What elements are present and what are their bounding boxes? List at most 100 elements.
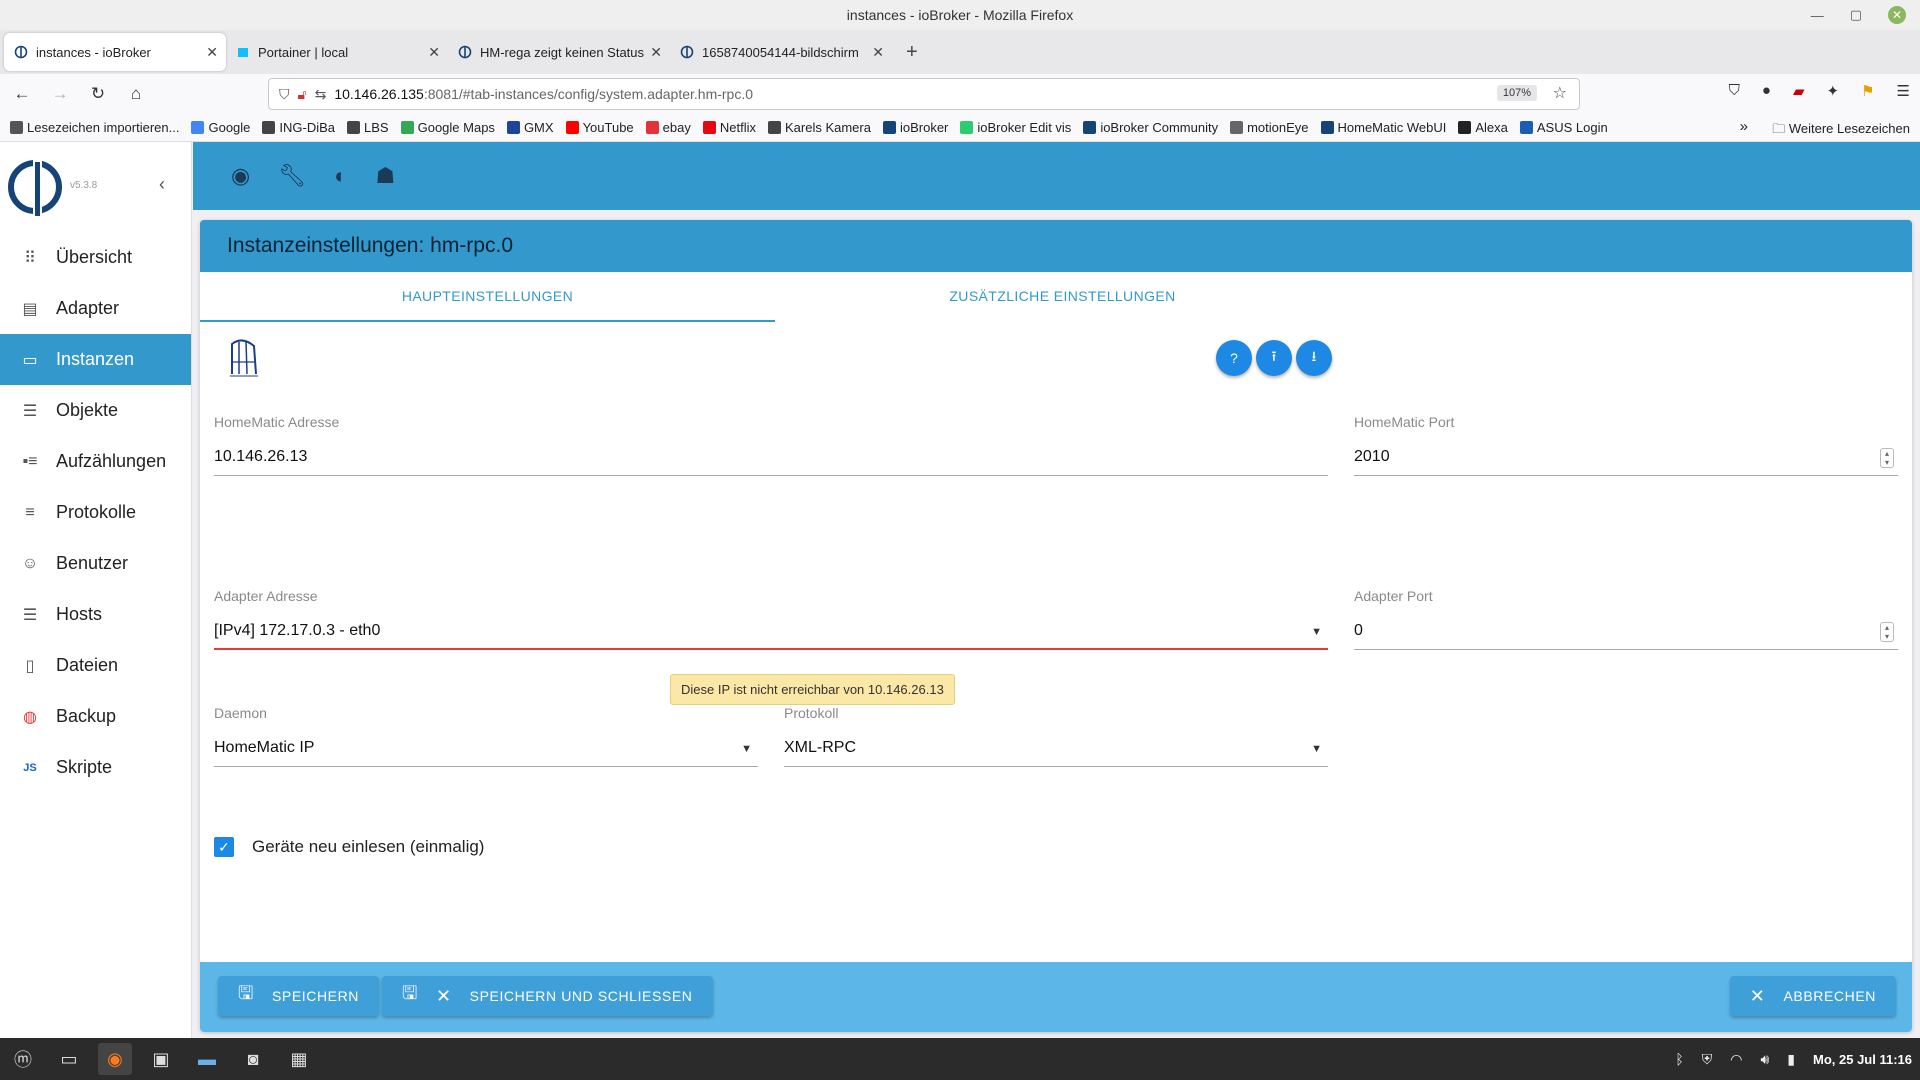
bookmark-item[interactable]: LBS [347, 120, 389, 135]
minimize-icon[interactable]: — [1811, 8, 1824, 23]
download-icon[interactable]: ⭳ [1296, 340, 1332, 376]
checkbox-checked-icon[interactable]: ✓ [214, 837, 234, 857]
terminal-icon[interactable]: ▣ [144, 1043, 178, 1075]
translate-extension-icon[interactable]: ✦ [1827, 82, 1840, 100]
maximize-icon[interactable]: ▢ [1850, 7, 1862, 23]
shield-icon[interactable]: ⛉ [279, 86, 290, 103]
eye-icon[interactable]: ◉ [231, 163, 250, 189]
battery-icon[interactable]: ▮ [1787, 1051, 1795, 1068]
sidebar-item-hosts[interactable]: ☰ Hosts [0, 589, 191, 640]
url-bar[interactable]: ⛉ 🔓︎ ⇆ 10.146.26.135:8081/#tab-instances… [268, 78, 1580, 110]
reload-icon[interactable]: ↻ [82, 84, 114, 104]
zoom-level[interactable]: 107% [1496, 85, 1537, 101]
shield-tray-icon[interactable]: ⛨ [1702, 1051, 1713, 1068]
home-icon[interactable]: ⌂ [120, 84, 152, 104]
stepper-icon[interactable]: ▴ ▾ [1880, 448, 1894, 468]
bookmark-item[interactable]: Netflix [702, 120, 756, 135]
insecure-lock-icon[interactable]: 🔓︎ [298, 86, 307, 103]
sidebar-item-adapter[interactable]: ▤ Adapter [0, 283, 191, 334]
collapse-sidebar-icon[interactable]: ‹ [159, 174, 165, 195]
stepper-icon[interactable]: ▴ ▾ [1880, 622, 1894, 642]
sidebar-item-protokolle[interactable]: ≡ Protokolle [0, 487, 191, 538]
browser-tab-instances[interactable]: instances - ioBroker ✕ [4, 33, 226, 71]
extension-icon[interactable]: ⚑ [1861, 82, 1874, 100]
reinit-devices-checkbox[interactable]: ✓ Geräte neu einlesen (einmalig) [214, 837, 484, 857]
bookmark-item[interactable]: motionEye [1230, 120, 1309, 135]
adapter-port-field[interactable]: Adapter Port 0 ▴ ▾ [1354, 588, 1898, 650]
bluetooth-icon[interactable]: ᛒ [1675, 1051, 1683, 1067]
iobroker-logo[interactable] [8, 160, 62, 218]
screenshot-tool-icon[interactable]: ◙ [236, 1043, 270, 1075]
wrench-icon[interactable]: 🔧︎ [278, 163, 306, 189]
bookmark-item[interactable]: ASUS Login [1519, 120, 1608, 135]
firefox-icon[interactable]: ◉ [98, 1043, 132, 1075]
bookmark-item[interactable]: ebay [645, 120, 691, 135]
tab-additional-settings[interactable]: ZUSÄTZLICHE EINSTELLUNGEN [775, 272, 1350, 322]
save-button[interactable]: 🖫︎ SPEICHERN [218, 976, 380, 1016]
bookmark-item[interactable]: Google Maps [400, 120, 495, 135]
volume-icon[interactable]: 🔊︎ [1760, 1051, 1769, 1068]
bookmark-item[interactable]: ioBroker Community [1083, 120, 1218, 135]
permissions-icon[interactable]: ⇆ [315, 86, 327, 103]
homematic-port-input[interactable]: 2010 [1354, 448, 1390, 465]
calculator-icon[interactable]: ▦ [282, 1043, 316, 1075]
save-close-button[interactable]: 🖫︎ ✕ SPEICHERN UND SCHLIESSEN [382, 976, 713, 1016]
file-manager-icon[interactable]: ▬ [190, 1043, 224, 1075]
sidebar-item-aufzählungen[interactable]: ▪≡ Aufzählungen [0, 436, 191, 487]
bookmark-item[interactable]: Lesezeichen importieren... [10, 120, 179, 135]
expert-mode-icon[interactable]: ☗ [375, 163, 395, 189]
close-window-icon[interactable]: ✕ [1888, 6, 1906, 24]
bookmark-item[interactable]: YouTube [565, 120, 634, 135]
show-desktop-icon[interactable]: ▭ [52, 1043, 86, 1075]
clock[interactable]: Mo, 25 Jul 11:16 [1813, 1052, 1912, 1067]
sidebar-item-übersicht[interactable]: ⠿ Übersicht [0, 232, 191, 283]
theme-icon[interactable]: ◐ [334, 163, 347, 189]
account-icon[interactable]: ● [1762, 82, 1771, 100]
close-tab-icon[interactable]: ✕ [872, 44, 884, 61]
browser-tab-screenshot[interactable]: 1658740054144-bildschirm ✕ [670, 33, 892, 71]
sidebar-item-dateien[interactable]: ▯ Dateien [0, 640, 191, 691]
bookmark-item[interactable]: ioBroker Edit vis [960, 120, 1071, 135]
network-icon[interactable]: ◠ [1730, 1051, 1742, 1068]
other-bookmarks-folder[interactable]: 🗀︎ Weitere Lesezeichen [1772, 120, 1910, 142]
bookmark-item[interactable]: Google [191, 120, 250, 135]
browser-tab-portainer[interactable]: Portainer | local ✕ [226, 33, 448, 71]
sidebar-item-benutzer[interactable]: ☺ Benutzer [0, 538, 191, 589]
sidebar-item-instanzen[interactable]: ▭ Instanzen [0, 334, 191, 385]
adapter-port-input[interactable]: 0 [1354, 622, 1363, 639]
homematic-address-input[interactable]: 10.146.26.13 [214, 446, 1328, 476]
sidebar-item-objekte[interactable]: ☰ Objekte [0, 385, 191, 436]
help-icon[interactable]: ? [1216, 340, 1252, 376]
pdf-extension-icon[interactable]: ▰ [1793, 82, 1805, 100]
close-tab-icon[interactable]: ✕ [428, 44, 440, 61]
bookmark-item[interactable]: HomeMatic WebUI [1320, 120, 1446, 135]
tab-main-settings[interactable]: HAUPTEINSTELLUNGEN [200, 272, 775, 322]
bookmark-item[interactable]: Alexa [1458, 120, 1508, 135]
close-tab-icon[interactable]: ✕ [206, 44, 218, 61]
dropdown-arrow-icon[interactable]: ▼ [1311, 626, 1322, 638]
forward-icon[interactable]: → [44, 84, 76, 104]
upload-icon[interactable]: ⭱ [1256, 340, 1292, 376]
homematic-address-field[interactable]: HomeMatic Adresse 10.146.26.13 [214, 414, 1328, 476]
mint-menu-icon[interactable]: ⓜ [6, 1043, 40, 1075]
more-bookmarks-chevron-icon[interactable]: » [1740, 118, 1748, 135]
homematic-port-field[interactable]: HomeMatic Port 2010 ▴ ▾ [1354, 414, 1898, 476]
back-icon[interactable]: ← [6, 84, 38, 104]
bookmark-item[interactable]: Karels Kamera [767, 120, 871, 135]
sidebar-item-backup[interactable]: ◍ Backup [0, 691, 191, 742]
dropdown-arrow-icon[interactable]: ▼ [1311, 743, 1322, 755]
new-tab-icon[interactable]: + [892, 41, 932, 64]
adapter-address-select[interactable]: Adapter Adresse [IPv4] 172.17.0.3 - eth0… [214, 588, 1328, 650]
sidebar-item-skripte[interactable]: JS Skripte [0, 742, 191, 793]
daemon-select[interactable]: Daemon HomeMatic IP ▼ [214, 705, 758, 767]
protocol-select[interactable]: Protokoll XML-RPC ▼ [784, 705, 1328, 767]
browser-tab-hm-rega[interactable]: HM-rega zeigt keinen Status ✕ [448, 33, 670, 71]
pocket-icon[interactable]: ⛉ [1729, 82, 1740, 100]
bookmark-star-icon[interactable]: ☆ [1553, 83, 1567, 103]
bookmark-item[interactable]: GMX [506, 120, 554, 135]
close-tab-icon[interactable]: ✕ [650, 44, 662, 61]
bookmark-item[interactable]: ioBroker [882, 120, 948, 135]
dropdown-arrow-icon[interactable]: ▼ [741, 743, 752, 755]
bookmark-item[interactable]: ING-DiBa [262, 120, 335, 135]
cancel-button[interactable]: ✕ ABBRECHEN [1729, 976, 1896, 1016]
